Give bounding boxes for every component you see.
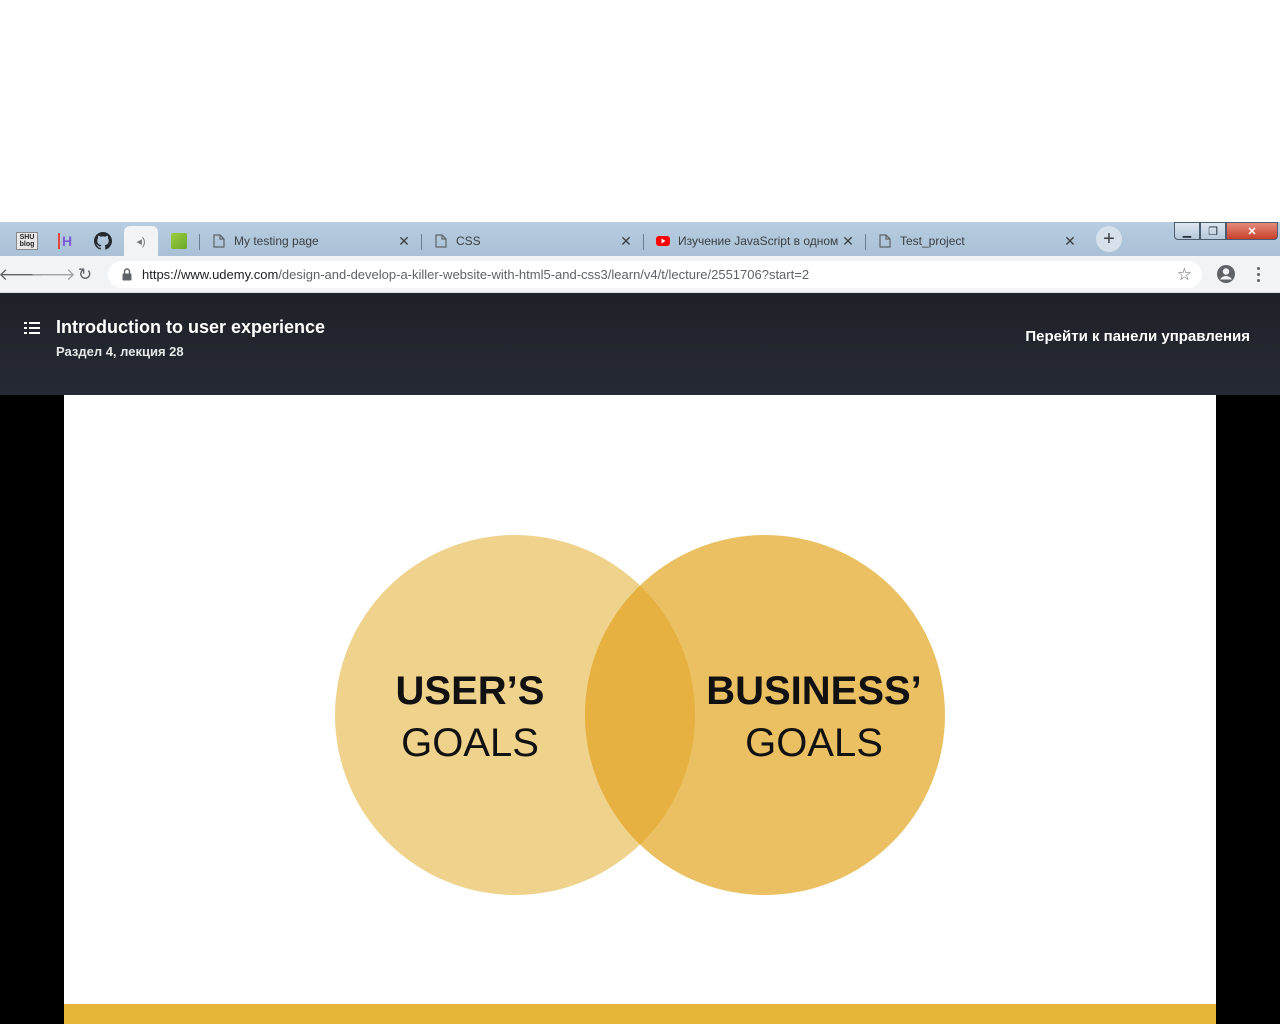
business-goals-label: BUSINESS’ GOALS bbox=[694, 665, 934, 769]
lecture-subtitle: Раздел 4, лекция 28 bbox=[56, 344, 184, 359]
url-text: https://www.udemy.com/design-and-develop… bbox=[142, 267, 809, 282]
video-player[interactable]: USER’S GOALS BUSINESS’ GOALS bbox=[0, 395, 1280, 1024]
github-icon bbox=[94, 232, 112, 250]
page-icon bbox=[434, 234, 448, 248]
tab-title: CSS bbox=[456, 234, 481, 248]
venn-diagram bbox=[335, 535, 945, 895]
tab-test-project[interactable]: Test_project ✕ bbox=[866, 226, 1086, 256]
go-to-dashboard-link[interactable]: Перейти к панели управления bbox=[1025, 328, 1250, 345]
goals-label: GOALS bbox=[745, 721, 883, 765]
browser-menu-icon[interactable] bbox=[1250, 262, 1266, 286]
tab-title: My testing page bbox=[234, 234, 319, 248]
course-header: Introduction to user experience Раздел 4… bbox=[0, 293, 1280, 395]
slide-footer-band bbox=[64, 1004, 1216, 1024]
pinned-tab-active-audio[interactable]: ◂) bbox=[124, 226, 158, 256]
close-icon[interactable]: ✕ bbox=[618, 233, 634, 249]
users-goals-label: USER’S GOALS bbox=[370, 665, 570, 769]
tab-my-testing-page[interactable]: My testing page ✕ bbox=[200, 226, 420, 256]
maximize-button[interactable]: ❐ bbox=[1200, 222, 1226, 240]
pinned-tab-github[interactable] bbox=[86, 226, 120, 256]
page-icon bbox=[878, 234, 892, 248]
page-icon bbox=[212, 234, 226, 248]
pinned-tab-shu-blog[interactable]: SHU blog bbox=[10, 226, 44, 256]
audio-playing-icon: ◂) bbox=[136, 235, 146, 248]
tab-css[interactable]: CSS ✕ bbox=[422, 226, 642, 256]
close-icon[interactable]: ✕ bbox=[1062, 233, 1078, 249]
reload-icon[interactable]: ↻ bbox=[72, 262, 98, 288]
green-app-icon bbox=[171, 233, 187, 249]
window-close-button[interactable]: ✕ bbox=[1226, 222, 1278, 240]
forward-arrow-icon[interactable]: 🡒 bbox=[30, 262, 76, 288]
window-controls: ▁ ❐ ✕ bbox=[1174, 222, 1278, 240]
tab-title: Test_project bbox=[900, 234, 965, 248]
close-icon[interactable]: ✕ bbox=[840, 233, 856, 249]
minimize-button[interactable]: ▁ bbox=[1174, 222, 1200, 240]
tab-title: Изучение JavaScript в одном bbox=[678, 234, 839, 248]
new-tab-button[interactable]: + bbox=[1096, 226, 1122, 252]
address-bar[interactable]: https://www.udemy.com/design-and-develop… bbox=[108, 261, 1202, 288]
tab-strip: SHU blog H ◂) My testing page ✕ CSS ✕ Из… bbox=[0, 222, 1280, 256]
browser-toolbar: 🡐 🡒 ↻ https://www.udemy.com/design-and-d… bbox=[0, 256, 1280, 293]
pinned-tab-h[interactable]: H bbox=[48, 226, 82, 256]
lecture-title: Introduction to user experience bbox=[56, 317, 326, 337]
users-label: USER’S bbox=[395, 669, 545, 713]
shu-blog-icon: SHU blog bbox=[16, 232, 38, 250]
youtube-icon bbox=[656, 234, 670, 248]
goals-label: GOALS bbox=[401, 721, 539, 765]
tab-youtube-javascript[interactable]: Изучение JavaScript в одном ✕ bbox=[644, 226, 864, 256]
h-logo-icon: H bbox=[57, 233, 72, 249]
url-path: /design-and-develop-a-killer-website-wit… bbox=[278, 267, 810, 282]
video-slide: USER’S GOALS BUSINESS’ GOALS bbox=[64, 395, 1216, 1024]
blank-area bbox=[0, 0, 1280, 222]
url-host: https://www.udemy.com bbox=[142, 267, 279, 282]
curriculum-list-icon[interactable] bbox=[24, 321, 40, 335]
pinned-tab-green-app[interactable] bbox=[162, 226, 196, 256]
bookmark-star-icon[interactable]: ☆ bbox=[1177, 265, 1192, 285]
close-icon[interactable]: ✕ bbox=[396, 233, 412, 249]
lock-icon bbox=[120, 268, 134, 282]
profile-icon[interactable] bbox=[1214, 262, 1238, 286]
business-label: BUSINESS’ bbox=[706, 669, 922, 713]
